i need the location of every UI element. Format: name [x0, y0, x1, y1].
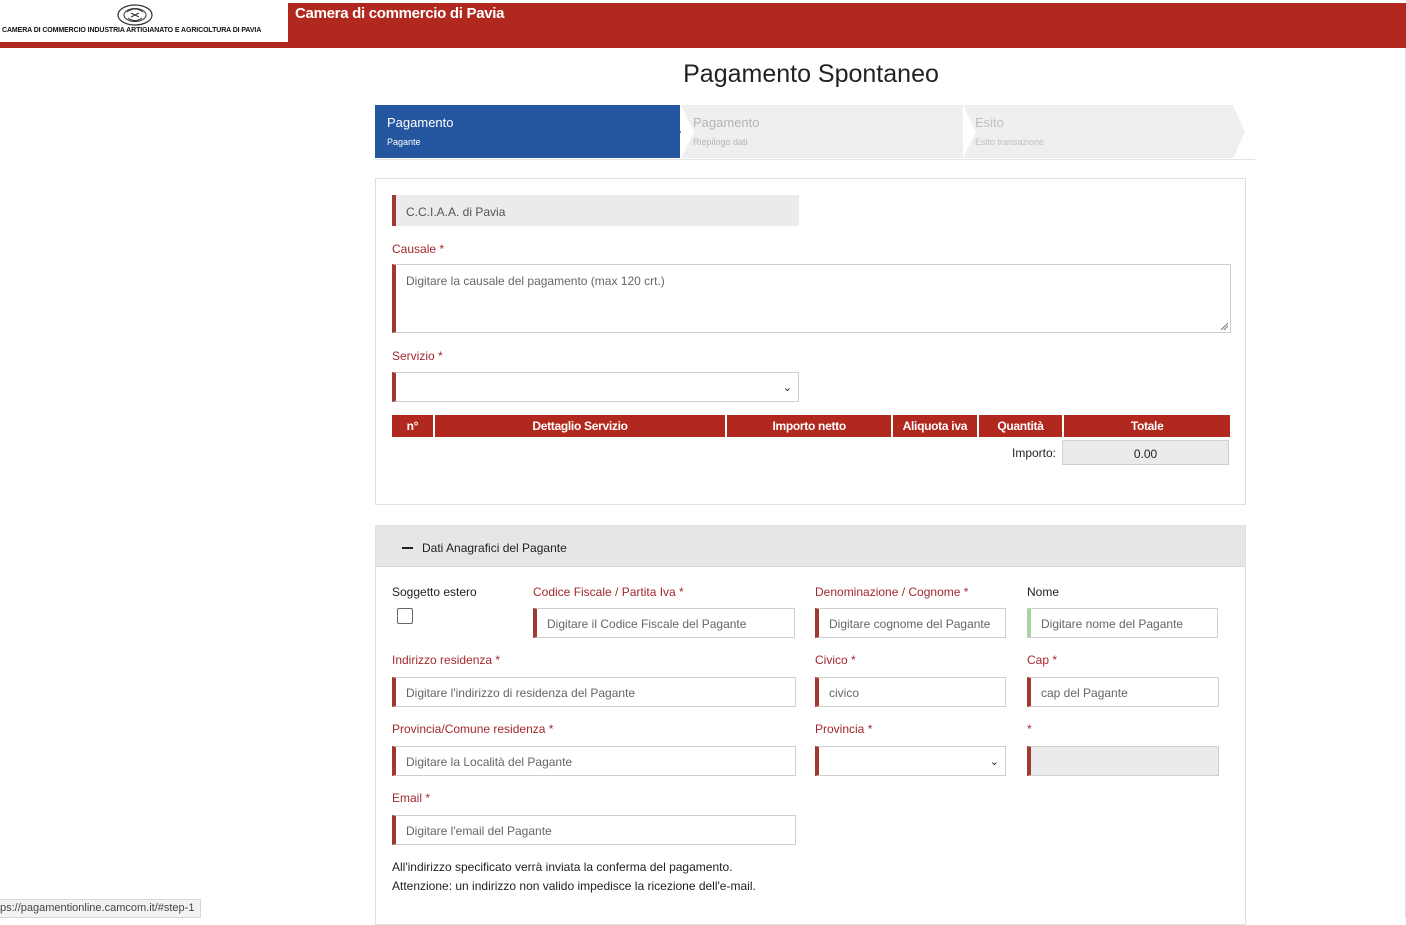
nome-input[interactable]: Digitare nome del Pagante: [1027, 608, 1218, 638]
nome-placeholder: Digitare nome del Pagante: [1041, 617, 1184, 631]
causale-label: Causale *: [392, 242, 445, 256]
chevron-down-icon: ⌄: [782, 382, 792, 394]
step-title: Pagamento: [693, 115, 760, 130]
comune-label: Provincia/Comune residenza *: [392, 722, 554, 736]
email-note: All'indirizzo specificato verrà inviata …: [392, 860, 733, 874]
col-totale: Totale: [1063, 415, 1230, 437]
logo-text: CAMERA DI COMMERCIO INDUSTRIA ARTIGIANAT…: [2, 27, 262, 34]
col-aliquota: Aliquota iva: [892, 415, 979, 437]
resize-handle-icon[interactable]: [1220, 322, 1228, 330]
comune-placeholder: Digitare la Località del Pagante: [406, 755, 573, 769]
cognome-input[interactable]: Digitare cognome del Pagante: [815, 608, 1006, 638]
nome-label: Nome: [1027, 585, 1060, 599]
servizio-label: Servizio *: [392, 349, 443, 363]
soggetto-estero-label: Soggetto estero: [392, 585, 477, 599]
extra-field: [1027, 746, 1219, 776]
section-title: Dati Anagrafici del Pagante: [422, 541, 567, 555]
step-pagante[interactable]: Pagamento Pagante: [375, 105, 680, 158]
email-label: Email *: [392, 791, 431, 805]
chevron-down-icon: ⌄: [989, 756, 999, 768]
steps-wizard: Pagamento Pagante Pagamento Riepilogo da…: [375, 105, 1255, 160]
email-placeholder: Digitare l'email del Pagante: [406, 824, 552, 838]
importo-label: Importo:: [1012, 446, 1057, 460]
status-bar-url: ps://pagamentionline.camcom.it/#step-1: [0, 899, 202, 918]
extra-label: *: [1027, 722, 1032, 736]
civico-input[interactable]: civico: [815, 677, 1006, 707]
page-title: Pagamento Spontaneo: [683, 60, 939, 88]
causale-placeholder: Digitare la causale del pagamento (max 1…: [406, 274, 665, 288]
civico-placeholder: civico: [829, 686, 860, 700]
step-arrow: [664, 105, 681, 158]
table-header-row: n° Dettaglio Servizio Importo netto Aliq…: [392, 415, 1230, 437]
step-separator: [681, 105, 694, 158]
col-dettaglio: Dettaglio Servizio: [433, 415, 728, 437]
cap-placeholder: cap del Pagante: [1041, 686, 1128, 700]
ente-field: C.C.I.A.A. di Pavia: [392, 195, 799, 226]
cf-input[interactable]: Digitare il Codice Fiscale del Pagante: [533, 608, 795, 638]
collapse-icon[interactable]: [402, 547, 413, 549]
causale-textarea[interactable]: Digitare la causale del pagamento (max 1…: [392, 264, 1231, 333]
cap-input[interactable]: cap del Pagante: [1027, 677, 1219, 707]
payer-section-header[interactable]: Dati Anagrafici del Pagante: [376, 526, 1245, 567]
step-arrow: [1233, 105, 1245, 158]
civico-label: Civico *: [815, 653, 856, 667]
indirizzo-placeholder: Digitare l'indirizzo di residenza del Pa…: [406, 686, 636, 700]
top-bar: CAMERA DI COMMERCIO INDUSTRIA ARTIGIANAT…: [0, 3, 1406, 48]
services-table: n° Dettaglio Servizio Importo netto Aliq…: [392, 415, 1230, 437]
payer-card: Dati Anagrafici del Pagante Soggetto est…: [375, 525, 1246, 925]
provincia-select[interactable]: ⌄: [815, 746, 1006, 776]
email-input[interactable]: Digitare l'email del Pagante: [392, 815, 796, 845]
provincia-label: Provincia *: [815, 722, 873, 736]
soggetto-estero-checkbox[interactable]: [397, 608, 413, 624]
crest-icon: [117, 4, 153, 26]
step-esito[interactable]: Esito Esito transazione: [963, 105, 1233, 158]
step-riepilogo[interactable]: Pagamento Riepilogo dati: [681, 105, 963, 158]
brand-name[interactable]: Camera di commercio di Pavia: [295, 5, 505, 22]
indirizzo-input[interactable]: Digitare l'indirizzo di residenza del Pa…: [392, 677, 796, 707]
comune-input[interactable]: Digitare la Località del Pagante: [392, 746, 796, 776]
col-quantita: Quantità: [977, 415, 1065, 437]
col-importo-netto: Importo netto: [726, 415, 894, 437]
cf-label: Codice Fiscale / Partita Iva *: [533, 585, 684, 599]
step-subtitle: Pagante: [387, 137, 421, 147]
col-n: n°: [392, 415, 435, 437]
step-subtitle: Esito transazione: [975, 137, 1045, 147]
importo-value: 0.00: [1062, 440, 1229, 465]
step-subtitle: Riepilogo dati: [693, 137, 748, 147]
email-warning: Attenzione: un indirizzo non valido impe…: [392, 879, 756, 893]
servizio-select[interactable]: ⌄: [392, 372, 799, 402]
indirizzo-label: Indirizzo residenza *: [392, 653, 501, 667]
cognome-placeholder: Digitare cognome del Pagante: [829, 617, 991, 631]
step-separator: [963, 105, 976, 158]
step-title: Pagamento: [387, 115, 454, 130]
logo[interactable]: CAMERA DI COMMERCIO INDUSTRIA ARTIGIANAT…: [0, 3, 288, 42]
payment-card: C.C.I.A.A. di Pavia Causale * Digitare l…: [375, 178, 1246, 505]
step-title: Esito: [975, 115, 1004, 130]
cf-placeholder: Digitare il Codice Fiscale del Pagante: [547, 617, 747, 631]
cap-label: Cap *: [1027, 653, 1058, 667]
cognome-label: Denominazione / Cognome *: [815, 585, 969, 599]
